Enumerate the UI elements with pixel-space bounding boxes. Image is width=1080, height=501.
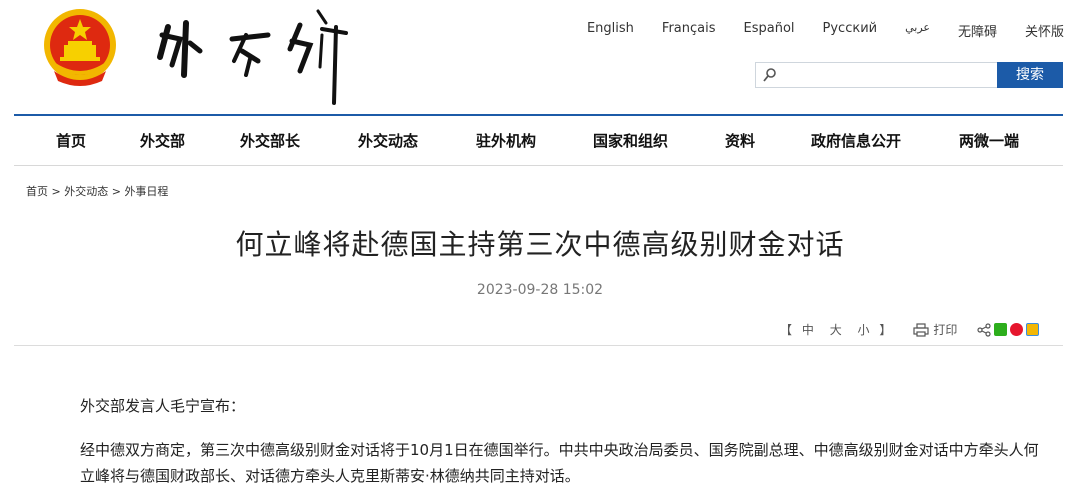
breadcrumb-diplomatic-news[interactable]: 外交动态 (64, 185, 108, 198)
print-icon (913, 322, 929, 337)
lang-french[interactable]: Français (662, 21, 716, 40)
content-divider (14, 345, 1063, 346)
care-mode-link[interactable]: 关怀版 (1025, 21, 1064, 40)
print-button[interactable]: 打印 (913, 321, 957, 338)
nav-item-missions[interactable]: 驻外机构 (476, 130, 536, 151)
font-size-medium[interactable]: 中 (802, 323, 814, 337)
article-title: 何立峰将赴德国主持第三次中德高级别财金对话 (235, 228, 845, 261)
qzone-icon[interactable] (1026, 323, 1040, 336)
calligraphy-logo[interactable] (150, 5, 360, 105)
lang-arabic[interactable]: عربي (905, 21, 930, 40)
breadcrumb-separator: > (51, 185, 61, 198)
search-input[interactable] (782, 64, 996, 88)
nav-item-social[interactable]: 两微一端 (959, 130, 1019, 151)
breadcrumb-separator: > (111, 185, 121, 198)
breadcrumb: 首页 > 外交动态 > 外事日程 (26, 183, 168, 199)
article-paragraph: 外交部发言人毛宁宣布： (80, 397, 246, 415)
font-size-small[interactable]: 小 (858, 323, 870, 337)
bracket-close: 】 (879, 323, 892, 337)
font-size-large[interactable]: 大 (830, 323, 842, 337)
weibo-icon[interactable] (1010, 323, 1024, 336)
lang-russian[interactable]: Русский (823, 21, 878, 40)
main-nav: 首页 外交部 外交部长 外交动态 驻外机构 国家和组织 资料 政府信息公开 两微… (14, 114, 1063, 166)
national-emblem-logo[interactable] (40, 5, 120, 89)
lang-spanish[interactable]: Español (744, 21, 795, 40)
wechat-icon[interactable] (994, 323, 1008, 336)
breadcrumb-home[interactable]: 首页 (26, 185, 48, 198)
lang-english[interactable]: English (587, 21, 634, 40)
nav-item-gov-info[interactable]: 政府信息公开 (811, 130, 901, 151)
share-icon[interactable] (977, 322, 992, 337)
nav-item-resources[interactable]: 资料 (725, 130, 755, 151)
breadcrumb-foreign-affairs-schedule[interactable]: 外事日程 (124, 185, 168, 198)
nav-item-countries[interactable]: 国家和组织 (593, 130, 668, 151)
article-tools: 【 中 大 小 】 打印 (780, 321, 1040, 338)
accessibility-link[interactable]: 无障碍 (958, 21, 997, 40)
nav-item-diplomatic-news[interactable]: 外交动态 (358, 130, 418, 151)
print-label: 打印 (933, 323, 958, 337)
share-bar (977, 322, 1040, 337)
search-box: 搜索 (755, 62, 1063, 88)
article-date: 2023-09-28 15:02 (476, 282, 604, 298)
article-paragraph: 经中德双方商定，第三次中德高级别财金对话将于10月1日在德国举行。中共中央政治局… (80, 441, 1039, 485)
search-icon (763, 68, 776, 82)
search-button[interactable]: 搜索 (997, 62, 1063, 88)
bracket-open: 【 (780, 323, 793, 337)
nav-item-home[interactable]: 首页 (56, 130, 86, 151)
nav-item-ministry[interactable]: 外交部 (140, 130, 185, 151)
nav-item-minister[interactable]: 外交部长 (240, 130, 300, 151)
language-bar: English Français Español Русский عربي 无障… (559, 21, 1064, 40)
font-size-selector: 【 中 大 小 】 (780, 321, 891, 338)
